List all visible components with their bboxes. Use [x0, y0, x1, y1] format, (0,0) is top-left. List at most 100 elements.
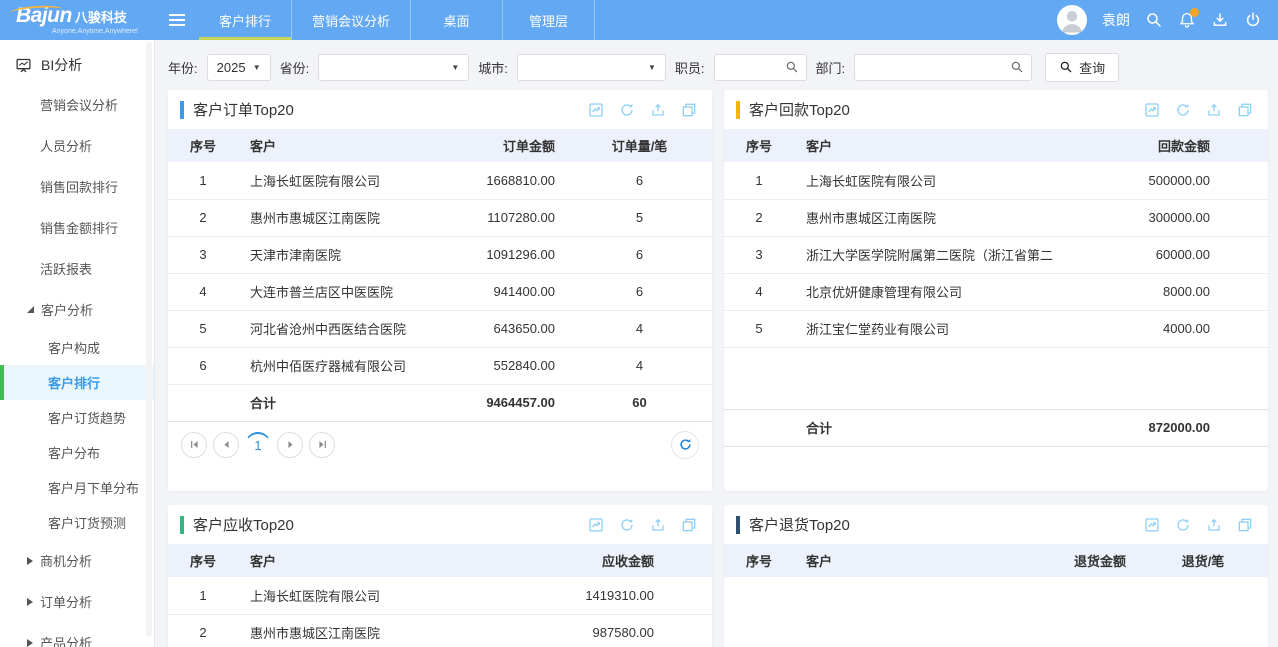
value-cell: 1	[724, 162, 794, 199]
staff-input[interactable]	[722, 59, 785, 76]
search-button[interactable]: 查询	[1045, 53, 1119, 82]
table-row[interactable]: 6杭州中佰医疗器械有限公司552840.004	[168, 347, 712, 384]
search-icon[interactable]	[1145, 11, 1163, 29]
sidebar-section-BI分析[interactable]: BI分析	[0, 40, 154, 84]
filter-bar: 年份: 2025 ▼ 省份: ▼ 城市: ▼ 职员: 部门: 查询	[168, 48, 1268, 86]
panel-chart-view-icon[interactable]	[588, 517, 604, 533]
panel-window-icon[interactable]	[1237, 517, 1253, 533]
dept-input[interactable]	[862, 59, 1010, 76]
value-cell: 3	[168, 236, 238, 273]
sidebar-item-人员分析[interactable]: 人员分析	[0, 125, 154, 166]
table-row[interactable]: 2惠州市惠城区江南医院987580.00	[168, 614, 712, 647]
power-icon[interactable]	[1244, 11, 1262, 29]
column-header: 序号	[168, 544, 238, 577]
staff-lookup[interactable]	[714, 54, 807, 81]
sidebar-group-商机分析[interactable]: 商机分析	[0, 540, 154, 581]
download-icon[interactable]	[1211, 11, 1229, 29]
menu-toggle-icon[interactable]	[155, 0, 199, 40]
table-row[interactable]: 4北京优妍健康管理有限公司8000.00	[724, 273, 1268, 310]
panel-accent-bar	[736, 101, 740, 119]
topbar-tab[interactable]: 桌面	[411, 0, 503, 40]
panel-export-icon[interactable]	[1206, 102, 1222, 118]
value-cell: 1	[168, 577, 238, 614]
search-icon	[1059, 60, 1073, 74]
total-cell	[724, 409, 794, 446]
avatar-person-icon	[1057, 5, 1087, 35]
year-value: 2025	[217, 60, 246, 75]
panel-refresh-icon[interactable]	[1175, 517, 1191, 533]
pager-first-button[interactable]	[181, 432, 207, 458]
sidebar-item-销售金额排行[interactable]: 销售金额排行	[0, 207, 154, 248]
total-row: 合计872000.00	[724, 409, 1268, 446]
panel-chart-view-icon[interactable]	[1144, 102, 1160, 118]
sidebar-item-客户分布[interactable]: 客户分布	[0, 435, 154, 470]
panel-toolbar	[1144, 102, 1253, 118]
logo-tagline: Anyone,Anytime,Anywhere!	[52, 28, 155, 35]
grid-refresh-button[interactable]	[671, 431, 699, 459]
notification-bell-icon[interactable]	[1178, 11, 1196, 29]
panel-chart-view-icon[interactable]	[1144, 517, 1160, 533]
table-row[interactable]: 5河北省沧州中西医结合医院643650.004	[168, 310, 712, 347]
panel-export-icon[interactable]	[650, 102, 666, 118]
table-row[interactable]: 3天津市津南医院1091296.006	[168, 236, 712, 273]
table-row[interactable]: 1上海长虹医院有限公司1419310.00	[168, 577, 712, 614]
table-row[interactable]: 1上海长虹医院有限公司1668810.006	[168, 162, 712, 199]
panel-refresh-icon[interactable]	[1175, 102, 1191, 118]
city-select[interactable]: ▼	[517, 54, 666, 81]
chevron-down-icon: ▼	[253, 63, 261, 72]
pagination-current-page[interactable]: 1	[245, 432, 271, 458]
panel-chart-view-icon[interactable]	[588, 102, 604, 118]
sidebar-group-产品分析[interactable]: 产品分析	[0, 622, 154, 647]
panel-refresh-icon[interactable]	[619, 517, 635, 533]
sidebar: BI分析营销会议分析人员分析销售回款排行销售金额排行活跃报表客户分析客户构成客户…	[0, 40, 155, 647]
topbar-tab[interactable]: 管理层	[503, 0, 595, 40]
panel-客户应收Top20: 客户应收Top20序号客户应收金额1上海长虹医院有限公司1419310.002惠…	[168, 505, 712, 647]
table-row[interactable]: 2惠州市惠城区江南医院300000.00	[724, 199, 1268, 236]
sidebar-group-客户分析[interactable]: 客户分析	[0, 289, 154, 330]
province-select[interactable]: ▼	[318, 54, 469, 81]
value-cell: 60000.00	[1053, 236, 1268, 273]
sidebar-item-客户订货预测[interactable]: 客户订货预测	[0, 505, 154, 540]
panel-window-icon[interactable]	[1237, 102, 1253, 118]
table-row[interactable]: 4大连市普兰店区中医医院941400.006	[168, 273, 712, 310]
pager-next-button[interactable]	[277, 432, 303, 458]
column-header: 应收金额	[497, 544, 712, 577]
panel-export-icon[interactable]	[650, 517, 666, 533]
sidebar-item-客户订货趋势[interactable]: 客户订货趋势	[0, 400, 154, 435]
table-row[interactable]: 2惠州市惠城区江南医院1107280.005	[168, 199, 712, 236]
panel-export-icon[interactable]	[1206, 517, 1222, 533]
sidebar-item-客户排行[interactable]: 客户排行	[0, 365, 154, 400]
sidebar-item-营销会议分析[interactable]: 营销会议分析	[0, 84, 154, 125]
value-cell: 987580.00	[497, 614, 712, 647]
year-select[interactable]: 2025 ▼	[207, 54, 271, 81]
panel-window-icon[interactable]	[681, 517, 697, 533]
sidebar-item-客户构成[interactable]: 客户构成	[0, 330, 154, 365]
pager-prev-button[interactable]	[213, 432, 239, 458]
sidebar-item-客户月下单分布[interactable]: 客户月下单分布	[0, 470, 154, 505]
pager-last-button[interactable]	[309, 432, 335, 458]
customer-cell: 上海长虹医院有限公司	[794, 162, 1053, 199]
topbar-tab[interactable]: 客户排行	[199, 0, 292, 40]
table-header-row: 序号客户回款金额	[724, 129, 1268, 162]
total-cell: 9464457.00	[417, 384, 567, 421]
total-row: 合计9464457.0060	[168, 384, 712, 421]
topbar-tab[interactable]: 营销会议分析	[292, 0, 411, 40]
dept-lookup[interactable]	[854, 54, 1032, 81]
table-row[interactable]: 5浙江宝仁堂药业有限公司4000.00	[724, 310, 1268, 347]
sidebar-group-订单分析[interactable]: 订单分析	[0, 581, 154, 622]
avatar[interactable]	[1057, 5, 1087, 35]
topbar: Bajun 八骏科技 Anyone,Anytime,Anywhere! 客户排行…	[0, 0, 1278, 40]
table-row[interactable]: 3浙江大学医学院附属第二医院（浙江省第二医院）60000.00	[724, 236, 1268, 273]
app-logo[interactable]: Bajun 八骏科技 Anyone,Anytime,Anywhere!	[0, 5, 155, 35]
value-cell: 1107280.00	[417, 199, 567, 236]
sidebar-item-活跃报表[interactable]: 活跃报表	[0, 248, 154, 289]
value-cell: 1668810.00	[417, 162, 567, 199]
panel-window-icon[interactable]	[681, 102, 697, 118]
column-header: 序号	[724, 129, 794, 162]
username[interactable]: 袁朗	[1102, 10, 1130, 30]
sidebar-item-销售回款排行[interactable]: 销售回款排行	[0, 166, 154, 207]
panel-refresh-icon[interactable]	[619, 102, 635, 118]
sidebar-scrollbar[interactable]	[146, 42, 152, 637]
table-header-row: 序号客户退货金额退货/笔	[724, 544, 1268, 577]
table-row[interactable]: 1上海长虹医院有限公司500000.00	[724, 162, 1268, 199]
